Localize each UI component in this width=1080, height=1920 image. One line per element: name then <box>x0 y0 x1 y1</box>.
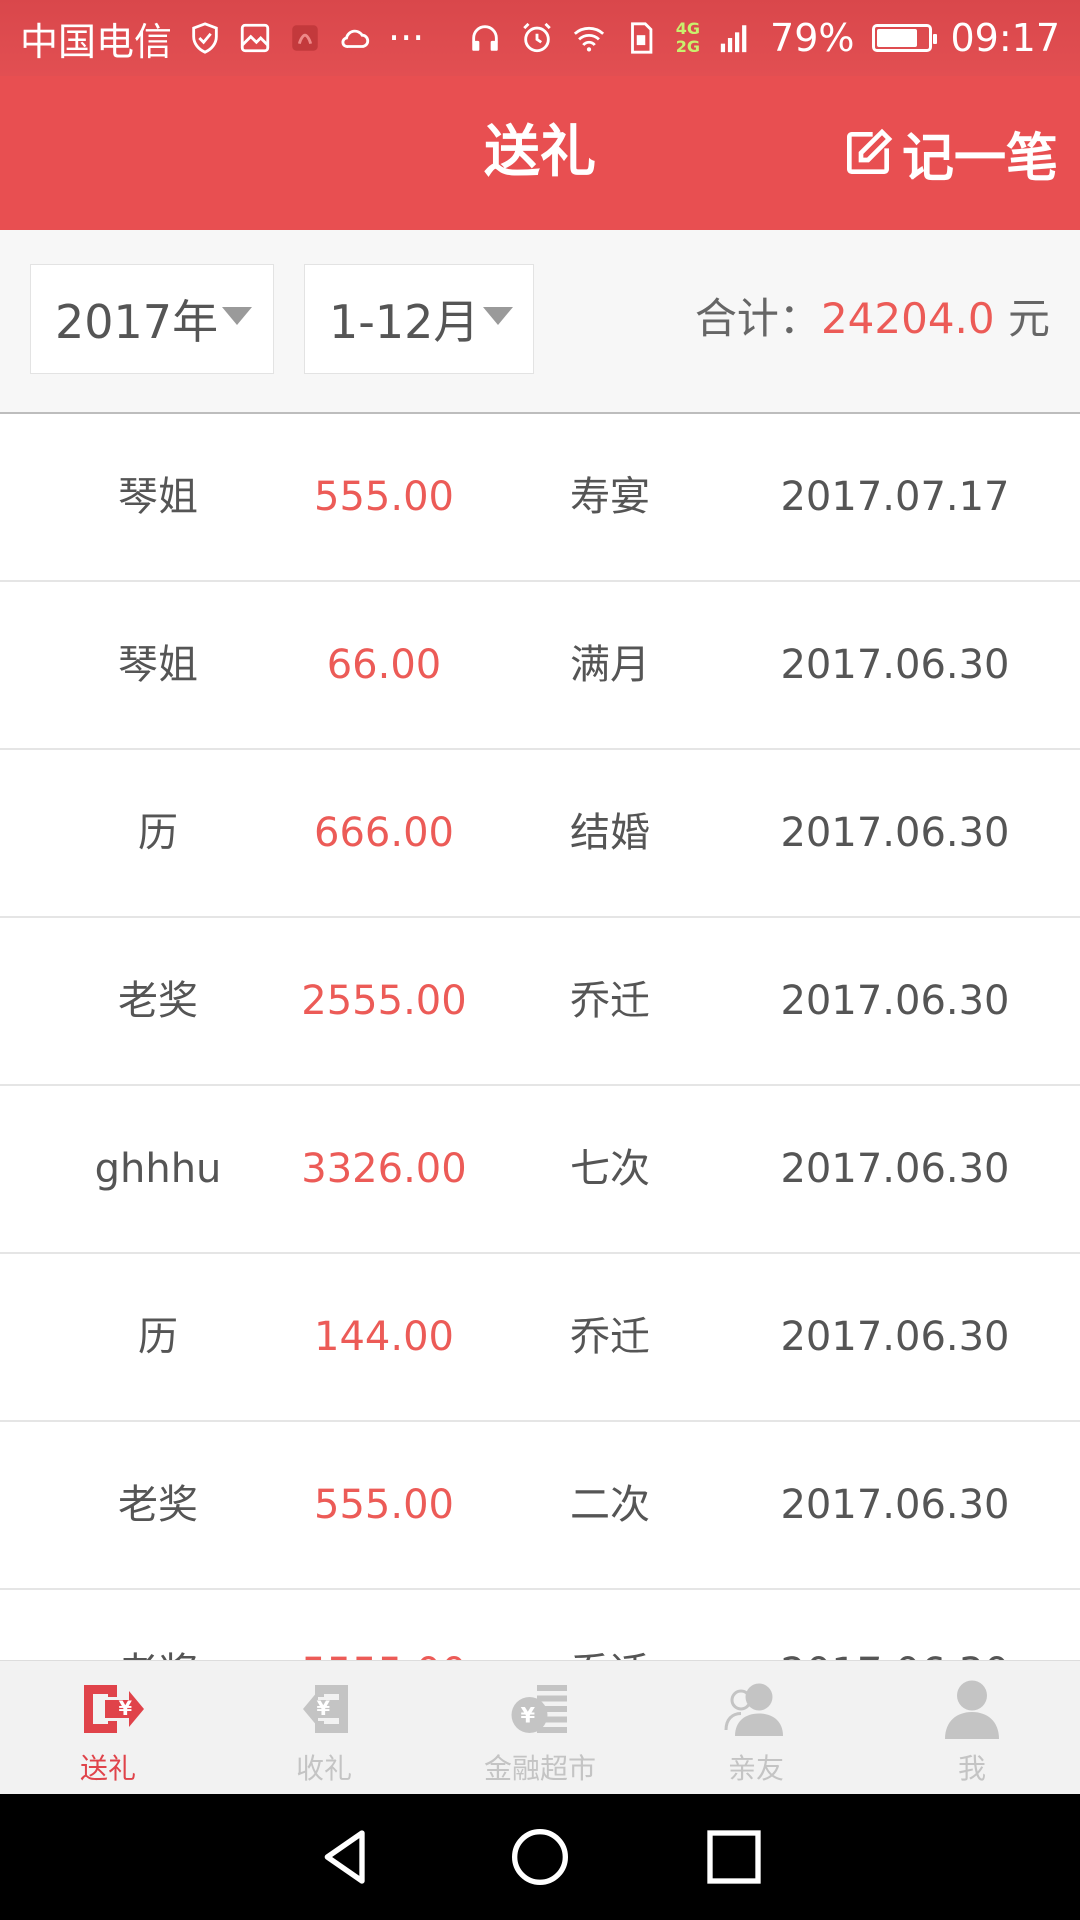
network-type: 4G 2G <box>675 19 701 56</box>
record-name: 历 <box>138 810 178 856</box>
record-row[interactable]: ghhhu 3326.00 七次 2017.06.30 <box>0 1086 1080 1254</box>
image-icon <box>238 21 272 55</box>
record-row[interactable]: 老奖 2555.00 乔迁 2017.06.30 <box>0 918 1080 1086</box>
back-icon[interactable] <box>314 1825 378 1889</box>
total-label: 合计： <box>694 294 821 343</box>
record-name: ghhhu <box>94 1146 222 1192</box>
record-date: 2017.06.30 <box>780 978 1010 1024</box>
total-summary: 合计：24204.0 元 <box>695 264 1050 374</box>
record-event: 结婚 <box>570 810 650 856</box>
cloud-icon <box>338 21 372 55</box>
record-name: 老奖 <box>118 978 198 1024</box>
record-row[interactable]: 历 666.00 结婚 2017.06.30 <box>0 750 1080 918</box>
carrier-name: 中国电信 <box>20 19 173 64</box>
nav-tab-send-gift[interactable]: ¥ 送礼 <box>0 1661 216 1795</box>
gift-record-list[interactable]: 琴姐 555.00 寿宴 2017.07.17 琴姐 66.00 满月 2017… <box>0 414 1080 1660</box>
recent-apps-icon[interactable] <box>702 1825 766 1889</box>
record-entry-button[interactable]: 记一笔 <box>840 120 1058 189</box>
total-amount: 24204.0 <box>820 294 995 343</box>
record-row[interactable]: 历 144.00 乔迁 2017.06.30 <box>0 1254 1080 1422</box>
record-date: 2017.06.30 <box>780 1482 1010 1528</box>
profile-icon <box>945 1680 999 1739</box>
nav-tab-receive-gift[interactable]: ¥ 收礼 <box>216 1661 432 1795</box>
record-event: 七次 <box>570 1146 650 1192</box>
record-event: 满月 <box>570 642 650 688</box>
svg-text:¥: ¥ <box>119 1697 133 1720</box>
nav-label: 收礼 <box>295 1752 352 1785</box>
status-bar: 中国电信 ··· 4G 2G 79% 09:17 <box>0 0 1080 76</box>
record-date: 2017.06.30 <box>780 810 1010 856</box>
dropdown-arrow-icon <box>222 307 253 325</box>
clock: 09:17 <box>950 16 1060 60</box>
headphones-icon <box>468 21 502 55</box>
finance-market-icon: ¥ <box>511 1685 567 1733</box>
record-date: 2017.06.30 <box>770 1590 1020 1660</box>
record-name: 老奖 <box>118 1482 198 1528</box>
record-amount: 666.00 <box>314 810 454 856</box>
wifi-icon <box>572 21 606 55</box>
record-date: 2017.07.17 <box>780 474 1010 520</box>
svg-text:¥: ¥ <box>521 1704 536 1728</box>
record-amount: 3326.00 <box>301 1146 467 1192</box>
record-event: 寿宴 <box>570 474 650 520</box>
record-name: 老奖 <box>58 1590 258 1660</box>
record-amount: 555.00 <box>314 474 454 520</box>
record-row[interactable]: 老奖 5555.00 乔迁 2017.06.30 <box>0 1590 1080 1660</box>
dropdown-arrow-icon <box>483 307 514 325</box>
friends-icon <box>724 1683 783 1736</box>
record-date: 2017.06.30 <box>780 642 1010 688</box>
record-date: 2017.06.30 <box>780 1146 1010 1192</box>
record-event: 乔迁 <box>510 1590 710 1660</box>
record-name: 历 <box>138 1314 178 1360</box>
battery-icon <box>872 24 938 52</box>
year-value: 2017年 <box>55 295 219 349</box>
receive-gift-icon: ¥ <box>303 1685 348 1733</box>
home-icon[interactable] <box>508 1825 572 1889</box>
record-name: 琴姐 <box>118 642 198 688</box>
nav-tab-friends[interactable]: 亲友 <box>648 1661 864 1795</box>
nav-label: 送礼 <box>79 1752 136 1785</box>
nav-label: 金融超市 <box>483 1752 596 1785</box>
record-event: 二次 <box>570 1482 650 1528</box>
nav-label: 我 <box>957 1752 986 1785</box>
bottom-navigation: ¥ 送礼 ¥ 收礼 ¥ 金融超市 亲友 我 <box>0 1660 1080 1795</box>
battery-percent: 79% <box>770 16 855 60</box>
record-row[interactable]: 琴姐 555.00 寿宴 2017.07.17 <box>0 414 1080 582</box>
month-range-dropdown[interactable]: 1-12月 <box>304 264 534 374</box>
edit-icon <box>846 128 893 174</box>
sim-card-icon <box>624 21 658 55</box>
nav-label: 亲友 <box>727 1752 784 1785</box>
signal-icon <box>718 21 752 55</box>
record-event: 乔迁 <box>570 1314 650 1360</box>
record-date: 2017.06.30 <box>780 1314 1010 1360</box>
record-amount: 2555.00 <box>301 978 467 1024</box>
record-name: 琴姐 <box>118 474 198 520</box>
shield-check-icon <box>188 21 222 55</box>
more-notifications: ··· <box>388 16 425 60</box>
record-event: 乔迁 <box>570 978 650 1024</box>
record-amount: 144.00 <box>314 1314 454 1360</box>
send-gift-icon: ¥ <box>84 1685 144 1733</box>
record-row[interactable]: 老奖 555.00 二次 2017.06.30 <box>0 1422 1080 1590</box>
month-range-value: 1-12月 <box>329 295 480 349</box>
app-header: 送礼 记一笔 <box>0 76 1080 230</box>
app-notification-icon <box>288 21 322 55</box>
nav-tab-finance-market[interactable]: ¥ 金融超市 <box>432 1661 648 1795</box>
record-amount: 66.00 <box>326 642 442 688</box>
nav-tab-me[interactable]: 我 <box>864 1661 1080 1795</box>
alarm-icon <box>520 21 554 55</box>
year-dropdown[interactable]: 2017年 <box>30 264 274 374</box>
svg-text:¥: ¥ <box>317 1697 331 1720</box>
record-amount: 555.00 <box>314 1482 454 1528</box>
total-unit: 元 <box>1007 294 1050 343</box>
record-amount: 5555.00 <box>284 1590 484 1660</box>
record-entry-label: 记一笔 <box>901 128 1058 189</box>
filter-bar: 2017年 1-12月 合计：24204.0 元 <box>0 230 1080 414</box>
record-row[interactable]: 琴姐 66.00 满月 2017.06.30 <box>0 582 1080 750</box>
system-navigation-bar <box>0 1794 1080 1920</box>
